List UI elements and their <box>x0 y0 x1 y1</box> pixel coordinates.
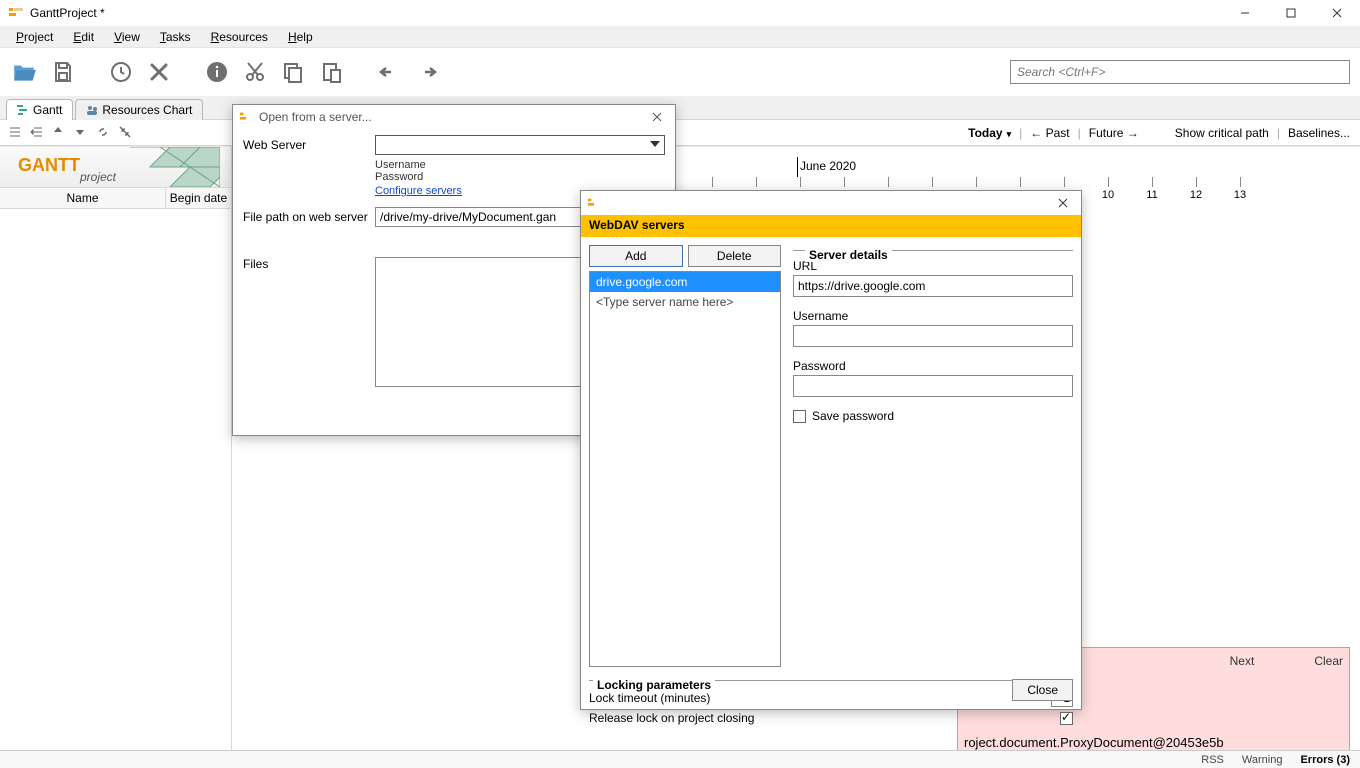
web-server-label: Web Server <box>243 138 375 152</box>
col-begin-header[interactable]: Begin date <box>166 188 231 208</box>
server-details-legend: Server details <box>805 248 892 262</box>
delete-server-button[interactable]: Delete <box>688 245 782 267</box>
webdav-close-x-button[interactable] <box>1051 193 1075 213</box>
copy-icon[interactable] <box>278 57 308 87</box>
search-input[interactable] <box>1010 60 1350 84</box>
info-icon[interactable] <box>202 57 232 87</box>
save-password-label: Save password <box>812 409 894 423</box>
username-input[interactable] <box>793 325 1073 347</box>
move-up-icon[interactable] <box>52 125 68 141</box>
svg-text:GANTT: GANTT <box>18 155 80 175</box>
server-item-placeholder[interactable]: <Type server name here> <box>590 292 780 312</box>
svg-text:project: project <box>79 170 117 184</box>
gantt-tab-icon <box>17 104 29 116</box>
status-warning[interactable]: Warning <box>1242 754 1283 766</box>
error-line1: roject.document.ProxyDocument@20453e5b <box>964 735 1343 750</box>
tab-gantt-label: Gantt <box>33 103 62 117</box>
webdav-banner: WebDAV servers <box>581 215 1081 237</box>
delete-icon[interactable] <box>144 57 174 87</box>
timeline-day: 12 <box>1190 189 1202 201</box>
open-icon[interactable] <box>10 57 40 87</box>
filepath-label: File path on web server <box>243 210 375 224</box>
undo-icon[interactable] <box>374 57 404 87</box>
menu-edit[interactable]: Edit <box>63 28 104 46</box>
window-title: GanttProject * <box>30 6 105 20</box>
files-label: Files <box>243 257 375 271</box>
status-errors[interactable]: Errors (3) <box>1300 754 1350 766</box>
password-input[interactable] <box>793 375 1073 397</box>
save-password-checkbox[interactable] <box>793 410 806 423</box>
menu-tasks[interactable]: Tasks <box>150 28 201 46</box>
window-maximize-button[interactable] <box>1268 0 1314 26</box>
open-dialog-close-button[interactable] <box>645 107 669 127</box>
unlink-icon[interactable] <box>118 125 134 141</box>
menu-help[interactable]: Help <box>278 28 323 46</box>
username-mini-label: Username <box>375 159 665 171</box>
move-down-icon[interactable] <box>74 125 90 141</box>
server-list[interactable]: drive.google.com <Type server name here> <box>589 271 781 667</box>
configure-servers-link[interactable]: Configure servers <box>375 185 462 197</box>
window-minimize-button[interactable] <box>1222 0 1268 26</box>
url-input[interactable] <box>793 275 1073 297</box>
window-close-button[interactable] <box>1314 0 1360 26</box>
webdav-close-button[interactable]: Close <box>1012 679 1073 701</box>
paste-icon[interactable] <box>316 57 346 87</box>
status-rss[interactable]: RSS <box>1201 754 1224 766</box>
tab-gantt[interactable]: Gantt <box>6 99 73 120</box>
nav-past[interactable]: ← Past <box>1030 126 1069 140</box>
redo-icon[interactable] <box>412 57 442 87</box>
timeline-day: 11 <box>1146 189 1157 201</box>
task-table-body[interactable] <box>0 209 231 750</box>
nav-baselines[interactable]: Baselines... <box>1288 126 1350 140</box>
timeline-day: 13 <box>1234 189 1246 201</box>
webdav-app-icon <box>587 196 601 210</box>
server-item-selected[interactable]: drive.google.com <box>590 272 780 292</box>
link-icon[interactable] <box>96 125 112 141</box>
dialog-app-icon <box>239 110 253 124</box>
timeline-day: 10 <box>1102 189 1114 201</box>
nav-future[interactable]: Future → <box>1089 126 1139 140</box>
error-clear-button[interactable]: Clear <box>1314 654 1343 668</box>
history-icon[interactable] <box>106 57 136 87</box>
error-next-button[interactable]: Next <box>1230 654 1255 668</box>
nav-today[interactable]: Today <box>968 126 1011 140</box>
save-icon[interactable] <box>48 57 78 87</box>
tab-resources[interactable]: Resources Chart <box>75 99 203 120</box>
col-name-header[interactable]: Name <box>0 188 166 208</box>
lock-timeout-label: Lock timeout (minutes) <box>589 691 710 705</box>
resources-tab-icon <box>86 104 98 116</box>
app-icon <box>8 5 24 21</box>
menu-view[interactable]: View <box>104 28 150 46</box>
cut-icon[interactable] <box>240 57 270 87</box>
brand-logo: GANTT project <box>0 147 231 187</box>
menu-resources[interactable]: Resources <box>201 28 278 46</box>
open-dialog-title: Open from a server... <box>259 110 372 124</box>
indent-icon[interactable] <box>30 125 46 141</box>
release-lock-label: Release lock on project closing <box>589 711 754 725</box>
tab-resources-label: Resources Chart <box>102 103 192 117</box>
timeline-month: June 2020 <box>800 159 856 173</box>
add-server-button[interactable]: Add <box>589 245 683 267</box>
web-server-select[interactable] <box>375 135 665 155</box>
nav-critical-path[interactable]: Show critical path <box>1175 126 1269 140</box>
password-mini-label: Password <box>375 171 665 183</box>
webdav-dialog: WebDAV servers Add Delete drive.google.c… <box>580 190 1082 710</box>
menu-project[interactable]: Project <box>6 28 63 46</box>
password-label: Password <box>793 359 1073 373</box>
release-lock-checkbox[interactable] <box>1060 712 1073 725</box>
username-label: Username <box>793 309 1073 323</box>
locking-params-legend: Locking parameters <box>593 678 715 692</box>
outdent-icon[interactable] <box>8 125 24 141</box>
